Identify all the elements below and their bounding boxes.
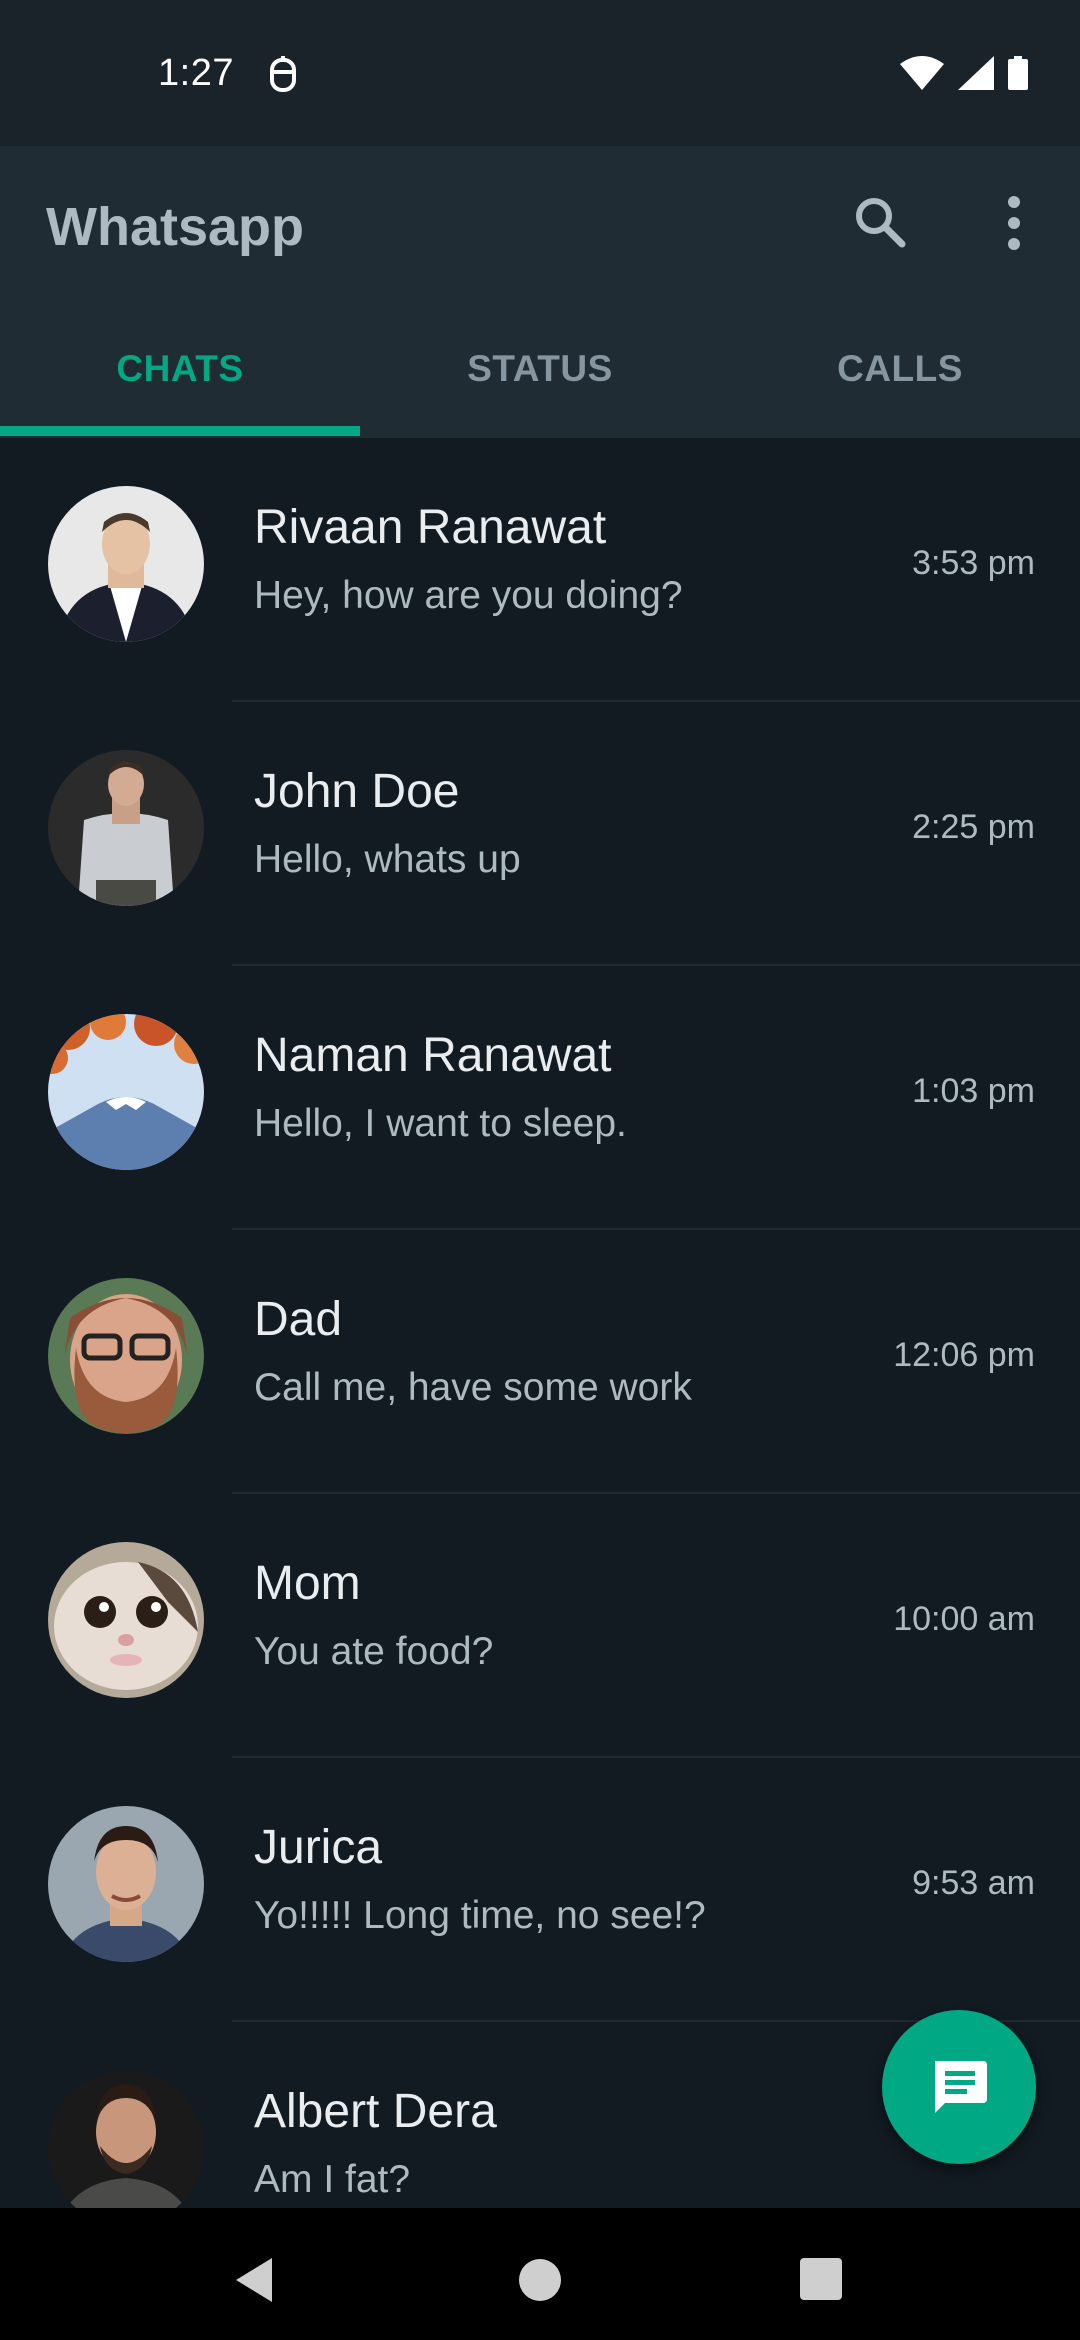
recents-icon [800,2258,842,2300]
chat-name: Dad [254,1293,343,1346]
status-icons [900,55,1028,95]
home-icon [519,2259,561,2301]
system-nav-bar [0,2208,1080,2340]
recents-button[interactable] [800,2258,842,2300]
tab-chats[interactable]: CHATS [0,300,360,438]
chat-row[interactable]: Rivaan Ranawat Hey, how are you doing? 3… [0,438,1080,702]
chat-time: 3:53 pm [912,544,1035,582]
status-time: 1:27 [158,52,234,94]
chat-last-message: Hey, how are you doing? [254,574,683,617]
chat-message-icon [935,2061,987,2113]
wifi-icon [900,55,944,95]
avatar[interactable] [48,1014,204,1170]
search-button[interactable] [848,190,914,256]
chat-list: Rivaan Ranawat Hey, how are you doing? 3… [0,438,1080,2208]
search-icon [856,198,906,248]
back-icon [236,2258,272,2302]
home-button[interactable] [518,2258,562,2302]
chat-row[interactable]: John Doe Hello, whats up 2:25 pm [0,702,1080,966]
chat-name: John Doe [254,765,460,818]
new-chat-button[interactable] [882,2010,1036,2164]
battery-icon [1008,55,1028,95]
avatar[interactable] [48,1278,204,1434]
more-options-button[interactable] [996,190,1032,256]
chat-last-message: Am I fat? [254,2158,411,2201]
avatar[interactable] [48,1806,204,1962]
chat-name: Mom [254,1557,361,1610]
avatar[interactable] [48,2070,204,2208]
more-vert-icon [1008,196,1020,250]
status-bar: 1:27 [0,0,1080,146]
chat-last-message: Yo!!!!! Long time, no see!? [254,1894,706,1937]
chat-last-message: Hello, I want to sleep. [254,1102,627,1145]
chat-row[interactable]: Jurica Yo!!!!! Long time, no see!? 9:53 … [0,1758,1080,2022]
tab-calls[interactable]: CALLS [720,300,1080,438]
chat-time: 2:25 pm [912,808,1035,846]
signal-icon [958,55,994,95]
chat-name: Rivaan Ranawat [254,501,607,554]
chat-row[interactable]: Mom You ate food? 10:00 am [0,1494,1080,1758]
avatar[interactable] [48,750,204,906]
chat-time: 1:03 pm [912,1072,1035,1110]
chat-time: 12:06 pm [893,1336,1035,1374]
notification-icon [266,56,300,94]
tab-bar: CHATS STATUS CALLS [0,300,1080,438]
chat-name: Albert Dera [254,2085,497,2138]
chat-row[interactable]: Dad Call me, have some work 12:06 pm [0,1230,1080,1494]
chat-last-message: You ate food? [254,1630,494,1673]
tab-indicator [0,426,360,436]
chat-name: Jurica [254,1821,383,1874]
app-title: Whatsapp [46,197,305,257]
back-button[interactable] [232,2256,276,2304]
avatar[interactable] [48,486,204,642]
chat-last-message: Hello, whats up [254,838,521,881]
tab-status[interactable]: STATUS [360,300,720,438]
chat-time: 9:53 am [912,1864,1035,1902]
avatar[interactable] [48,1542,204,1698]
chat-last-message: Call me, have some work [254,1366,692,1409]
chat-row[interactable]: Naman Ranawat Hello, I want to sleep. 1:… [0,966,1080,1230]
chat-name: Naman Ranawat [254,1029,612,1082]
chat-time: 10:00 am [893,1600,1035,1638]
